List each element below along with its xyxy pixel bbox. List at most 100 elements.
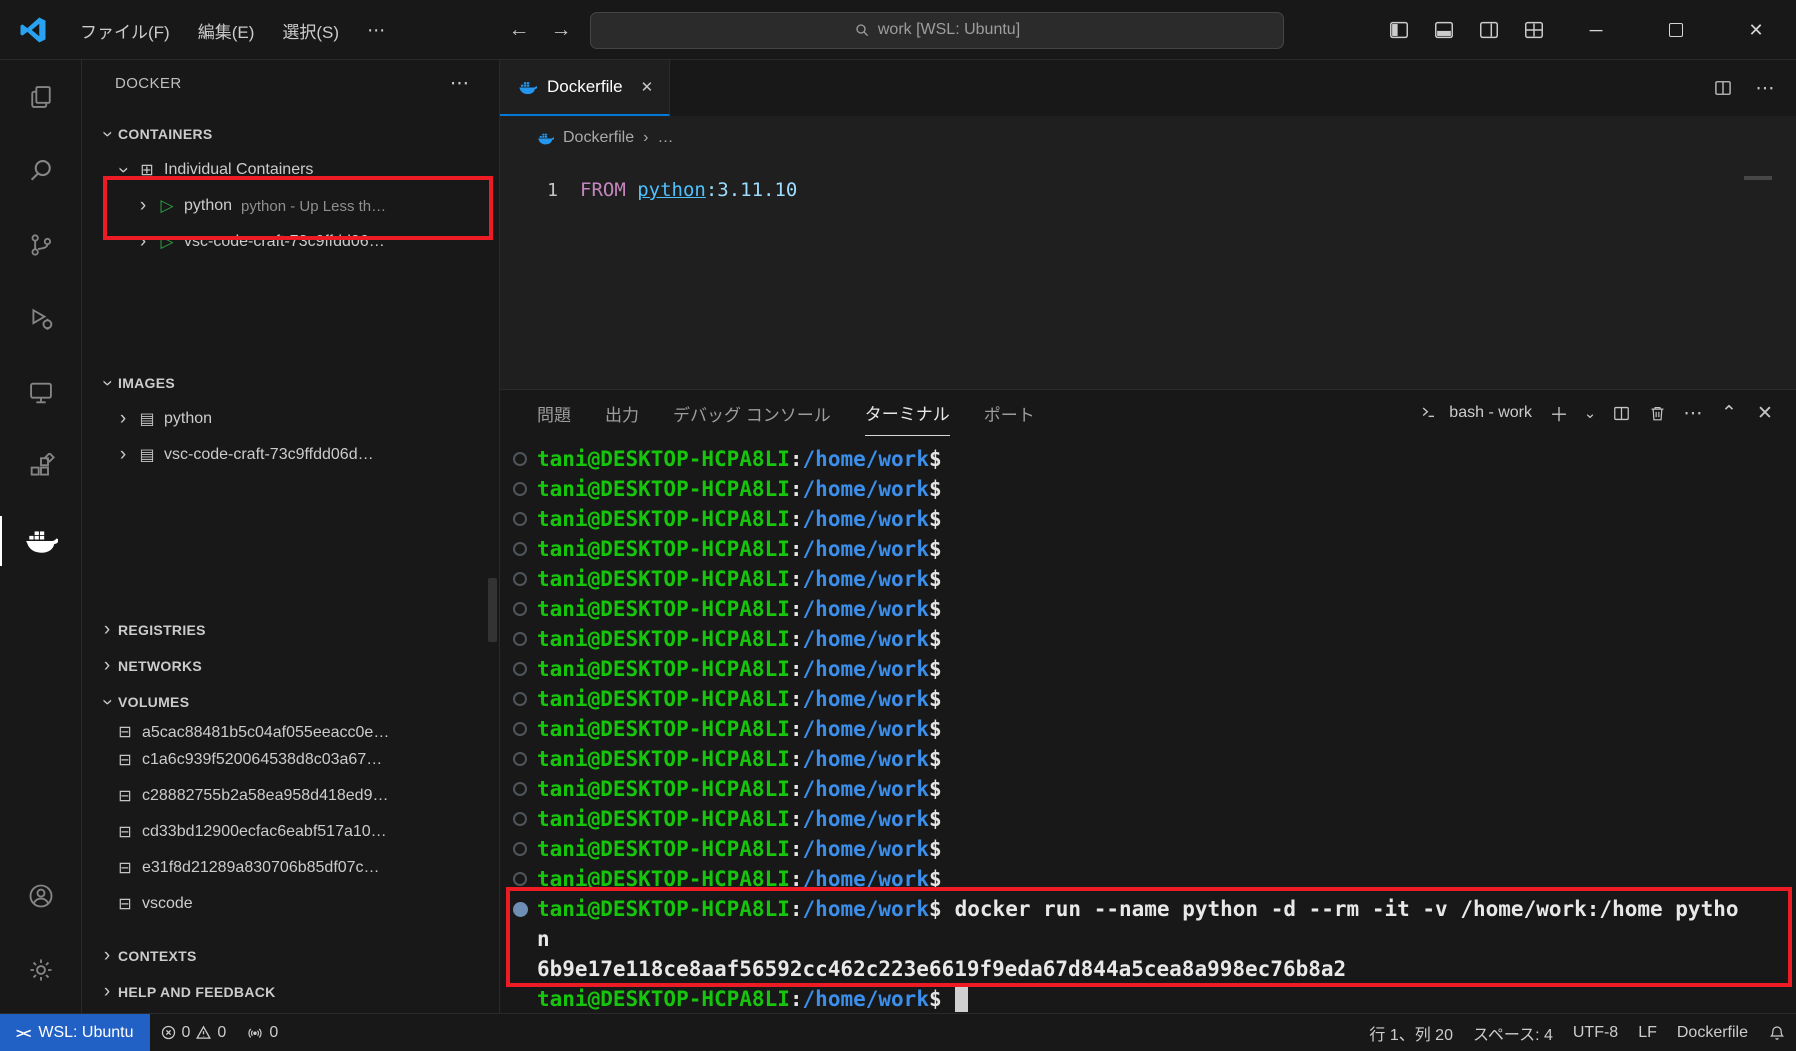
menu-selection[interactable]: 選択(S) bbox=[268, 12, 353, 48]
toggle-secondary-sidebar-icon[interactable] bbox=[1466, 0, 1511, 60]
command-decoration-icon[interactable] bbox=[513, 752, 527, 766]
docker-icon[interactable] bbox=[0, 504, 82, 578]
close-panel-icon[interactable]: ✕ bbox=[1750, 402, 1780, 425]
indentation[interactable]: スペース: 4 bbox=[1463, 1014, 1563, 1051]
kill-terminal-trash-icon[interactable] bbox=[1642, 404, 1672, 423]
command-decoration-icon[interactable] bbox=[513, 512, 527, 526]
remote-explorer-icon[interactable] bbox=[0, 356, 82, 430]
panel-tab-terminal[interactable]: ターミナル bbox=[865, 390, 950, 436]
sidebar-section-containers[interactable]: ›CONTAINERS bbox=[82, 116, 499, 152]
problems-status[interactable]: 0 0 bbox=[150, 1014, 237, 1051]
eol-sequence[interactable]: LF bbox=[1628, 1014, 1667, 1051]
terminal-prompt-line: tani@DESKTOP-HCPA8LI:/home/work$ bbox=[500, 444, 1796, 474]
accounts-icon[interactable] bbox=[0, 859, 82, 933]
chevron-down-icon: › bbox=[112, 159, 134, 181]
ports-status[interactable]: 0 bbox=[236, 1014, 288, 1051]
sidebar-section-volumes[interactable]: ›VOLUMES bbox=[82, 684, 499, 720]
sidebar-item-c1a6c939f520064538d8c03a67[interactable]: ⊟c1a6c939f520064538d8c03a67… bbox=[82, 742, 499, 778]
language-mode[interactable]: Dockerfile bbox=[1667, 1014, 1758, 1051]
minimize-button[interactable]: ─ bbox=[1556, 0, 1636, 60]
breadcrumb-more[interactable]: … bbox=[657, 129, 673, 147]
sidebar-item-a5cac88481b5c04af055eeacc0e[interactable]: ⊟a5cac88481b5c04af055eeacc0e… bbox=[82, 720, 499, 742]
back-button[interactable]: ← bbox=[498, 18, 540, 42]
encoding[interactable]: UTF-8 bbox=[1563, 1014, 1628, 1051]
terminal-output[interactable]: tani@DESKTOP-HCPA8LI:/home/work$ tani@DE… bbox=[500, 436, 1796, 1013]
command-decoration-icon[interactable] bbox=[513, 902, 528, 917]
menu-edit[interactable]: 編集(E) bbox=[184, 12, 269, 48]
explorer-icon[interactable] bbox=[0, 60, 82, 134]
remote-indicator[interactable]: >< WSL: Ubuntu bbox=[0, 1014, 150, 1051]
minimap[interactable] bbox=[1744, 176, 1772, 180]
terminal-instance-label[interactable]: bash - work bbox=[1449, 404, 1532, 422]
split-terminal-icon[interactable] bbox=[1606, 404, 1636, 423]
sidebar-section-networks[interactable]: ›NETWORKS bbox=[82, 648, 499, 684]
command-decoration-icon[interactable] bbox=[513, 602, 527, 616]
sidebar-item-individual-containers[interactable]: ›⊞Individual Containers bbox=[82, 152, 499, 188]
image-link[interactable]: python bbox=[637, 179, 706, 201]
forward-button[interactable]: → bbox=[540, 18, 582, 42]
menu-more-icon[interactable]: ⋯ bbox=[353, 20, 399, 41]
split-editor-icon[interactable] bbox=[1706, 78, 1740, 98]
sidebar-section-registries[interactable]: ›REGISTRIES bbox=[82, 612, 499, 648]
sidebar-section-images[interactable]: ›IMAGES bbox=[82, 365, 499, 401]
menu-file[interactable]: ファイル(F) bbox=[66, 12, 184, 48]
prompt-symbol: $ bbox=[929, 987, 942, 1011]
breadcrumb[interactable]: Dockerfile › … bbox=[500, 116, 1796, 160]
command-decoration-icon[interactable] bbox=[513, 632, 527, 646]
new-terminal-icon[interactable]: ＋ bbox=[1544, 400, 1574, 427]
command-decoration-icon[interactable] bbox=[513, 782, 527, 796]
settings-gear-icon[interactable] bbox=[0, 933, 82, 1007]
sidebar-item-vsc-code-craft-73c9ffdd06[interactable]: ›▷vsc-code-craft-73c9ffdd06… bbox=[82, 224, 499, 260]
toggle-panel-icon[interactable] bbox=[1421, 0, 1466, 60]
panel-tab-problems[interactable]: 問題 bbox=[537, 390, 571, 436]
sidebar-item-python[interactable]: ›▷pythonpython - Up Less th… bbox=[82, 188, 499, 224]
cursor-position[interactable]: 行 1、列 20 bbox=[1359, 1014, 1463, 1051]
sidebar-item-cd33bd12900ecfac6eabf517a10[interactable]: ⊟cd33bd12900ecfac6eabf517a10… bbox=[82, 814, 499, 850]
command-decoration-icon[interactable] bbox=[513, 482, 527, 496]
tab-close-icon[interactable]: ✕ bbox=[641, 78, 654, 96]
command-decoration-icon[interactable] bbox=[513, 542, 527, 556]
terminal-dropdown-icon[interactable]: ⌄ bbox=[1580, 404, 1600, 422]
tab-dockerfile[interactable]: Dockerfile ✕ bbox=[500, 60, 670, 116]
editor-group: Dockerfile ✕ ⋯ Dockerfile › … 1 FROM pyt… bbox=[500, 60, 1796, 1013]
sidebar-item-e31f8d21289a830706b85df07c[interactable]: ⊟e31f8d21289a830706b85df07c… bbox=[82, 850, 499, 886]
notifications-bell-icon[interactable] bbox=[1758, 1014, 1796, 1051]
sidebar-item-python[interactable]: ›▤python bbox=[82, 401, 499, 437]
sidebar-section-contexts[interactable]: ›CONTEXTS bbox=[82, 938, 499, 974]
sidebar-item-vsc-code-craft-73c9ffdd06d[interactable]: ›▤vsc-code-craft-73c9ffdd06d… bbox=[82, 437, 499, 473]
command-decoration-icon[interactable] bbox=[513, 812, 527, 826]
command-decoration-icon[interactable] bbox=[513, 842, 527, 856]
panel-tab-output[interactable]: 出力 bbox=[605, 390, 639, 436]
command-decoration-icon[interactable] bbox=[513, 662, 527, 676]
sidebar-section-help-and-feedback[interactable]: ›HELP AND FEEDBACK bbox=[82, 974, 499, 1010]
command-decoration-icon[interactable] bbox=[513, 452, 527, 466]
toggle-sidebar-icon[interactable] bbox=[1376, 0, 1421, 60]
command-center-search[interactable]: work [WSL: Ubuntu] bbox=[590, 12, 1284, 49]
breadcrumb-file[interactable]: Dockerfile bbox=[563, 129, 634, 147]
source-control-icon[interactable] bbox=[0, 208, 82, 282]
command-decoration-icon[interactable] bbox=[513, 692, 527, 706]
play-icon: ▷ bbox=[154, 232, 180, 252]
command-decoration-icon[interactable] bbox=[513, 722, 527, 736]
item-label: REGISTRIES bbox=[118, 622, 206, 638]
command-decoration-icon[interactable] bbox=[513, 872, 527, 886]
code-editor[interactable]: 1 FROM python:3.11.10 bbox=[500, 160, 1796, 389]
panel-tab-debug-console[interactable]: デバッグ コンソール bbox=[673, 390, 831, 436]
sidebar-scrollbar[interactable] bbox=[488, 578, 497, 642]
prompt-colon: : bbox=[790, 807, 803, 831]
search-icon[interactable] bbox=[0, 134, 82, 208]
close-button[interactable]: ✕ bbox=[1716, 0, 1796, 60]
sidebar-item-vscode[interactable]: ⊟vscode bbox=[82, 886, 499, 922]
panel-more-icon[interactable]: ⋯ bbox=[1678, 402, 1708, 425]
sidebar-item-c28882755b2a58ea958d418ed9[interactable]: ⊟c28882755b2a58ea958d418ed9… bbox=[82, 778, 499, 814]
extensions-icon[interactable] bbox=[0, 430, 82, 504]
editor-more-icon[interactable]: ⋯ bbox=[1748, 77, 1782, 100]
panel-tab-ports[interactable]: ポート bbox=[984, 390, 1035, 436]
maximize-panel-icon[interactable]: ⌃ bbox=[1714, 402, 1744, 425]
maximize-button[interactable] bbox=[1636, 0, 1716, 60]
sidebar-more-icon[interactable]: ⋯ bbox=[450, 72, 469, 95]
command-decoration-icon[interactable] bbox=[513, 572, 527, 586]
customize-layout-icon[interactable] bbox=[1511, 0, 1556, 60]
run-and-debug-icon[interactable] bbox=[0, 282, 82, 356]
prompt-symbol: $ bbox=[929, 687, 942, 711]
